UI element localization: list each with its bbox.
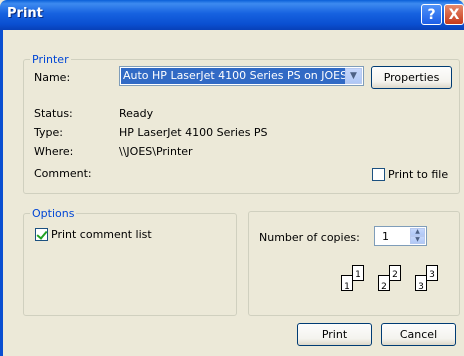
print-to-file-checkbox[interactable]	[372, 168, 385, 181]
status-value: Ready	[119, 107, 154, 120]
properties-label: Properties	[383, 71, 440, 84]
where-label: Where:	[34, 145, 74, 158]
cancel-button[interactable]: Cancel	[381, 323, 456, 346]
chevron-down-icon[interactable]: ▼	[345, 68, 362, 84]
close-button[interactable]: X	[444, 4, 464, 25]
copies-label: Number of copies:	[259, 231, 360, 244]
type-value: HP LaserJet 4100 Series PS	[119, 126, 268, 139]
copies-value: 1	[382, 230, 389, 243]
title-bar[interactable]: Print ? X	[0, 0, 464, 30]
printer-name-value: Auto HP LaserJet 4100 Series PS on JOES	[121, 68, 346, 84]
window-title: Print	[7, 6, 43, 21]
print-comment-list-checkbox[interactable]	[35, 228, 48, 241]
properties-button[interactable]: Properties	[371, 66, 452, 89]
print-button[interactable]: Print	[297, 323, 372, 346]
cancel-label: Cancel	[399, 328, 438, 341]
where-value: \\JOES\Printer	[119, 145, 193, 158]
print-label: Print	[321, 328, 348, 341]
copies-group	[248, 211, 460, 316]
print-to-file-label[interactable]: Print to file	[388, 168, 448, 181]
collate-page: 1	[352, 265, 364, 281]
help-button[interactable]: ?	[421, 4, 442, 25]
collate-page: 2	[389, 265, 401, 281]
spin-down-icon[interactable]: ▼	[410, 236, 425, 244]
copies-spinner[interactable]: 1 ▲ ▼	[374, 226, 427, 246]
type-label: Type:	[34, 126, 63, 139]
options-legend: Options	[30, 207, 77, 220]
printer-legend: Printer	[30, 53, 71, 66]
collate-page: 3	[426, 265, 438, 281]
print-comment-list-label[interactable]: Print comment list	[51, 228, 152, 241]
spin-up-icon[interactable]: ▲	[410, 228, 425, 236]
printer-name-select[interactable]: Auto HP LaserJet 4100 Series PS on JOES …	[119, 66, 364, 86]
status-label: Status:	[34, 107, 73, 120]
comment-label: Comment:	[34, 167, 92, 180]
name-label: Name:	[34, 71, 71, 84]
